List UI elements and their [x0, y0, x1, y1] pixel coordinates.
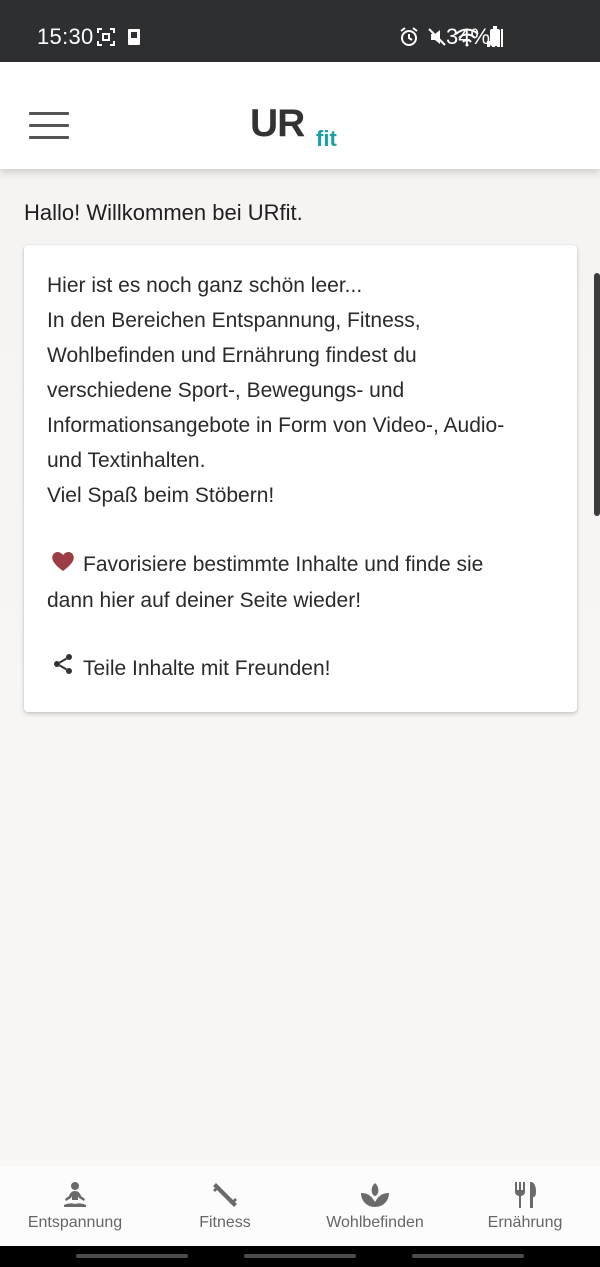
- status-left-icons: [96, 27, 144, 47]
- scrollbar-thumb[interactable]: [594, 273, 600, 516]
- nav-label: Wohlbefinden: [326, 1214, 424, 1231]
- card-line: Viel Spaß beim Stöbern!: [47, 484, 275, 507]
- mute-icon: [428, 28, 446, 46]
- alarm-icon: [400, 27, 418, 46]
- system-nav-handle[interactable]: [244, 1254, 356, 1258]
- favorite-hint: Favorisiere bestimmte Inhalte und finde …: [47, 547, 567, 618]
- battery-icon: [490, 26, 500, 46]
- heart-icon: [51, 548, 75, 583]
- nav-item-entspannung[interactable]: Entspannung: [0, 1166, 150, 1246]
- system-navigation-bar: [0, 1246, 600, 1267]
- app-header: UR fit: [0, 62, 600, 169]
- share-icon: [51, 652, 75, 687]
- nav-item-wohlbefinden[interactable]: Wohlbefinden: [300, 1166, 450, 1246]
- meditation-icon: [64, 1182, 86, 1207]
- welcome-text: Hallo! Willkommen bei URfit.: [24, 200, 303, 225]
- card-intro-text: Hier ist es noch ganz schön leer... In d…: [47, 268, 567, 513]
- fork-knife-icon: [515, 1182, 536, 1208]
- phone-icon: [128, 29, 140, 45]
- card-line: In den Bereichen Entspannung, Fitness,: [47, 309, 421, 332]
- nav-item-ernaehrung[interactable]: Ernährung: [450, 1166, 600, 1246]
- logo: UR fit: [250, 102, 337, 152]
- card-line: verschiedene Sport-, Bewegungs- und: [47, 379, 405, 402]
- hamburger-menu-icon[interactable]: [29, 112, 69, 140]
- lotus-icon: [361, 1183, 389, 1207]
- card-line: und Textinhalten.: [47, 449, 206, 472]
- nav-item-fitness[interactable]: Fitness: [150, 1166, 300, 1246]
- system-nav-handle[interactable]: [76, 1254, 188, 1258]
- screenshot-icon: [97, 28, 115, 46]
- favorite-text-line-1: Favorisiere bestimmte Inhalte und finde …: [83, 553, 484, 576]
- logo-sub-text: fit: [316, 126, 337, 151]
- share-hint: Teile Inhalte mit Freunden!: [47, 651, 330, 687]
- status-time: 15:30: [37, 24, 94, 49]
- card-line: Wohlbefinden und Ernährung findest du: [47, 344, 417, 367]
- system-nav-handle[interactable]: [412, 1254, 524, 1258]
- bottom-navigation: Entspannung Fitness Wohlbefinden Ernähru…: [0, 1166, 600, 1246]
- main-content: Hallo! Willkommen bei URfit. Hier ist es…: [0, 169, 600, 1166]
- dumbbell-icon: [213, 1183, 237, 1207]
- share-text: Teile Inhalte mit Freunden!: [83, 657, 331, 680]
- logo-main-text: UR: [250, 102, 305, 145]
- nav-label: Entspannung: [27, 1214, 123, 1231]
- battery-percent: 34%: [446, 24, 491, 49]
- card-line: Hier ist es noch ganz schön leer...: [47, 274, 363, 297]
- empty-state-card: Hier ist es noch ganz schön leer... In d…: [24, 245, 577, 712]
- card-line: Informationsangebote in Form von Video-,…: [47, 414, 505, 437]
- nav-label: Fitness: [199, 1214, 251, 1231]
- nav-label: Ernährung: [487, 1214, 563, 1231]
- favorite-text-line-2: dann hier auf deiner Seite wieder!: [47, 588, 362, 612]
- status-bar: 15:30 34%: [0, 0, 600, 62]
